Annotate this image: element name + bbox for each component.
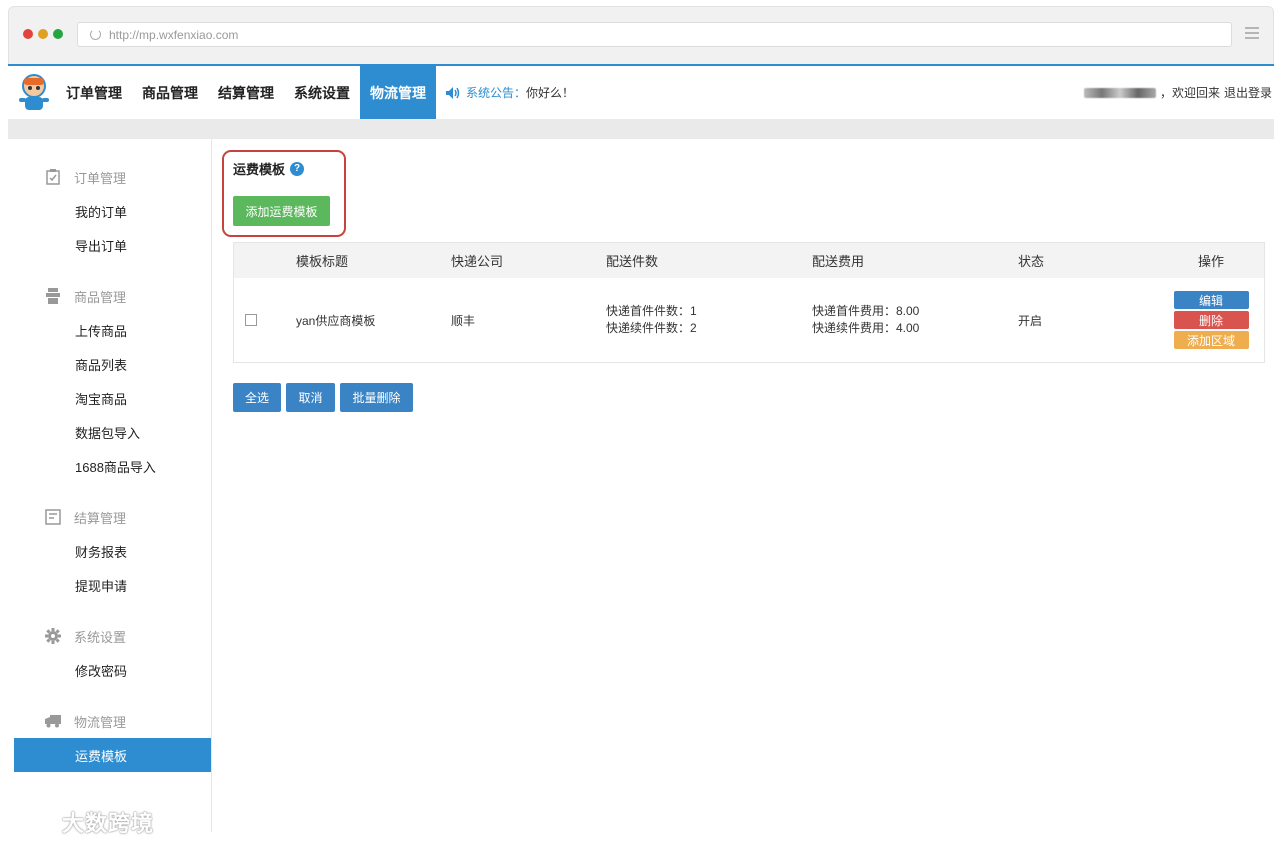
table-row: yan供应商模板 顺丰 快递首件件数：1 快递续件件数：2 快递首件费用：8.0… bbox=[234, 278, 1264, 362]
mascot-logo-icon bbox=[19, 73, 49, 110]
count-first: 快递首件件数：1 bbox=[606, 304, 697, 318]
sidebar-item-export-orders[interactable]: 导出订单 bbox=[14, 228, 211, 262]
truck-icon bbox=[44, 712, 62, 730]
minimize-window-dot[interactable] bbox=[38, 29, 48, 39]
sidebar-item-package-import[interactable]: 数据包导入 bbox=[14, 415, 211, 449]
shipping-template-table: 模板标题 快递公司 配送件数 配送费用 状态 操作 yan供应商模板 顺丰 快递… bbox=[233, 242, 1265, 363]
speaker-icon bbox=[446, 86, 460, 99]
fee-next: 快递续件费用：4.00 bbox=[812, 321, 920, 335]
nav-logistics-management[interactable]: 物流管理 bbox=[360, 66, 436, 119]
sidebar-group-title: 订单管理 bbox=[74, 170, 127, 186]
watermark-logo-icon bbox=[12, 811, 53, 834]
sidebar-item-taobao-goods[interactable]: 淘宝商品 bbox=[14, 381, 211, 415]
cell-status: 开启 bbox=[1018, 313, 1043, 328]
sidebar: 订单管理 我的订单 导出订单 商品管理 上传商品 商品列表 淘宝商品 数据包导入… bbox=[14, 139, 212, 832]
top-navigation: 订单管理 商品管理 结算管理 系统设置 物流管理 系统公告： 你好么！ ，欢迎回来… bbox=[8, 64, 1274, 119]
nav-settlement-management[interactable]: 结算管理 bbox=[208, 66, 284, 119]
add-shipping-template-button[interactable]: 添加运费模板 bbox=[233, 196, 330, 226]
header-fee: 配送费用 bbox=[812, 254, 865, 269]
sidebar-item-shipping-template[interactable]: 运费模板 bbox=[14, 738, 211, 772]
menu-icon[interactable] bbox=[1245, 27, 1259, 39]
sidebar-item-change-password[interactable]: 修改密码 bbox=[14, 653, 211, 687]
cell-fee: 快递首件费用：8.00 快递续件费用：4.00 bbox=[812, 303, 1018, 337]
select-all-button[interactable]: 全选 bbox=[233, 383, 281, 412]
header-count: 配送件数 bbox=[606, 254, 659, 269]
clipboard-check-icon bbox=[44, 168, 62, 186]
batch-delete-button[interactable]: 批量删除 bbox=[340, 383, 413, 412]
username-blurred bbox=[1083, 87, 1156, 98]
url-text: http://mp.wxfenxiao.com bbox=[109, 27, 239, 42]
question-icon[interactable]: ? bbox=[290, 161, 305, 176]
sidebar-group-title: 物流管理 bbox=[74, 714, 127, 730]
sidebar-item-my-orders[interactable]: 我的订单 bbox=[14, 194, 211, 228]
sidebar-item-withdraw-request[interactable]: 提现申请 bbox=[14, 568, 211, 602]
goods-icon bbox=[44, 287, 62, 305]
page-title: 运费模板 ? bbox=[233, 159, 305, 178]
main-content: 运费模板 ? 添加运费模板 模板标题 快递公司 配送件数 配送费用 状态 操作 … bbox=[213, 139, 1274, 832]
nav-system-settings[interactable]: 系统设置 bbox=[284, 66, 360, 119]
notice-label: 系统公告： bbox=[466, 86, 527, 100]
gear-icon bbox=[44, 627, 62, 645]
row-checkbox[interactable] bbox=[245, 314, 257, 326]
sidebar-item-goods-list[interactable]: 商品列表 bbox=[14, 347, 211, 381]
cell-actions: 编辑 删除 添加区域 bbox=[1158, 291, 1264, 349]
maximize-window-dot[interactable] bbox=[53, 29, 63, 39]
sidebar-group-title: 结算管理 bbox=[74, 510, 127, 526]
watermark: 大数跨境 bbox=[10, 806, 154, 838]
system-notice: 系统公告： 你好么！ bbox=[446, 84, 574, 101]
delete-button[interactable]: 删除 bbox=[1173, 311, 1249, 329]
sidebar-group-logistics: 物流管理 bbox=[14, 704, 211, 738]
browser-chrome: http://mp.wxfenxiao.com bbox=[8, 6, 1274, 64]
sidebar-group-goods: 商品管理 bbox=[14, 279, 211, 313]
address-bar[interactable]: http://mp.wxfenxiao.com bbox=[77, 22, 1232, 47]
edit-button[interactable]: 编辑 bbox=[1173, 291, 1249, 309]
logout-link[interactable]: 退出登录 bbox=[1224, 84, 1272, 101]
brand-logo[interactable] bbox=[12, 69, 56, 117]
add-region-button[interactable]: 添加区域 bbox=[1173, 331, 1249, 349]
user-area: ，欢迎回来 退出登录 bbox=[1083, 84, 1272, 101]
sidebar-group-settlement: 结算管理 bbox=[14, 500, 211, 534]
header-title: 模板标题 bbox=[296, 254, 349, 269]
header-status: 状态 bbox=[1018, 254, 1045, 269]
count-next: 快递续件件数：2 bbox=[606, 321, 697, 335]
cell-company: 顺丰 bbox=[451, 313, 476, 328]
ledger-icon bbox=[44, 508, 62, 526]
sidebar-item-financial-report[interactable]: 财务报表 bbox=[14, 534, 211, 568]
header-actions: 操作 bbox=[1197, 254, 1224, 269]
sidebar-item-upload-goods[interactable]: 上传商品 bbox=[14, 313, 211, 347]
fee-first: 快递首件费用：8.00 bbox=[812, 304, 920, 318]
page-title-text: 运费模板 bbox=[233, 162, 286, 177]
cell-title: yan供应商模板 bbox=[296, 313, 376, 328]
reload-icon[interactable] bbox=[90, 29, 101, 40]
header-separator bbox=[8, 119, 1274, 139]
sidebar-group-title: 系统设置 bbox=[74, 629, 127, 645]
sidebar-group-settings: 系统设置 bbox=[14, 619, 211, 653]
cancel-button[interactable]: 取消 bbox=[286, 383, 335, 412]
window-controls bbox=[23, 29, 63, 39]
sidebar-group-title: 商品管理 bbox=[74, 289, 127, 305]
table-header: 模板标题 快递公司 配送件数 配送费用 状态 操作 bbox=[234, 243, 1264, 278]
nav-order-management[interactable]: 订单管理 bbox=[56, 66, 132, 119]
header-company: 快递公司 bbox=[451, 254, 504, 269]
nav-goods-management[interactable]: 商品管理 bbox=[132, 66, 208, 119]
watermark-text: 大数跨境 bbox=[62, 811, 155, 836]
notice-message: 你好么！ bbox=[526, 86, 575, 100]
sidebar-item-1688-import[interactable]: 1688商品导入 bbox=[14, 449, 211, 483]
sidebar-group-orders: 订单管理 bbox=[14, 160, 211, 194]
welcome-text: ，欢迎回来 bbox=[1159, 86, 1220, 100]
cell-count: 快递首件件数：1 快递续件件数：2 bbox=[606, 303, 812, 337]
close-window-dot[interactable] bbox=[23, 29, 33, 39]
